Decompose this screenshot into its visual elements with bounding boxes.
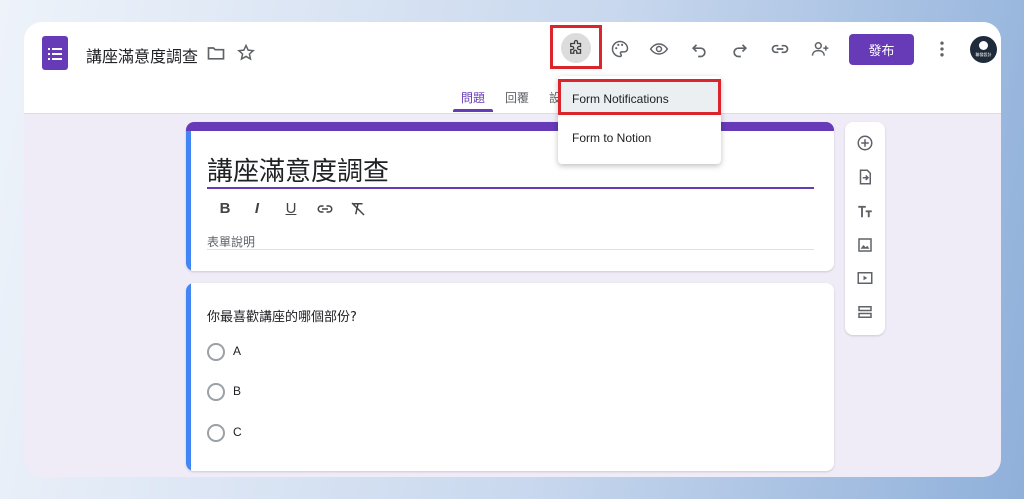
- add-video-icon[interactable]: [855, 268, 875, 288]
- undo-icon[interactable]: [688, 38, 710, 60]
- menu-item-form-notifications[interactable]: Form Notifications: [558, 79, 721, 115]
- more-vert-icon[interactable]: [931, 38, 953, 60]
- radio-button[interactable]: [207, 424, 225, 442]
- redo-icon[interactable]: [729, 38, 751, 60]
- side-toolbar: [845, 122, 885, 335]
- eye-preview-icon[interactable]: [648, 38, 670, 60]
- question-card[interactable]: 你最喜歡講座的哪個部份? A B C: [186, 283, 834, 471]
- folder-icon[interactable]: [205, 42, 227, 64]
- add-section-icon[interactable]: [855, 302, 875, 322]
- addons-highlight-box: [550, 25, 602, 69]
- radio-button[interactable]: [207, 383, 225, 401]
- puzzle-icon: [570, 39, 582, 54]
- addons-button[interactable]: [561, 33, 591, 63]
- app-window: 講座滿意度調查 發布 聯發設計 問題 回覆 設 講座滿意度調查 B I U 表單…: [24, 22, 1001, 477]
- active-tab-indicator: [453, 109, 493, 112]
- clear-format-icon[interactable]: [349, 200, 367, 218]
- bold-icon[interactable]: B: [216, 200, 234, 218]
- form-description-field[interactable]: 表單說明: [207, 233, 255, 250]
- underline-icon[interactable]: U: [282, 200, 300, 218]
- import-questions-icon[interactable]: [855, 167, 875, 187]
- italic-icon[interactable]: I: [248, 200, 266, 218]
- tab-responses[interactable]: 回覆: [505, 89, 529, 106]
- google-forms-logo-icon[interactable]: [42, 36, 68, 70]
- radio-button[interactable]: [207, 343, 225, 361]
- menu-item-form-to-notion[interactable]: Form to Notion: [558, 126, 721, 152]
- document-title[interactable]: 講座滿意度調查: [86, 43, 198, 67]
- top-bar: 講座滿意度調查 發布 聯發設計 問題 回覆 設: [24, 22, 1001, 114]
- publish-button[interactable]: 發布: [849, 34, 914, 65]
- add-title-icon[interactable]: [855, 202, 875, 222]
- avatar[interactable]: 聯發設計: [970, 36, 997, 63]
- palette-icon[interactable]: [609, 38, 631, 60]
- add-question-icon[interactable]: [855, 133, 875, 153]
- add-collaborator-icon[interactable]: [809, 38, 831, 60]
- form-header-card: 講座滿意度調查 B I U 表單說明: [186, 122, 834, 271]
- insert-link-icon[interactable]: [316, 200, 334, 218]
- link-icon[interactable]: [769, 38, 791, 60]
- addons-dropdown-menu: Form Notifications Form to Notion: [558, 76, 721, 164]
- question-text[interactable]: 你最喜歡講座的哪個部份?: [207, 306, 357, 325]
- add-image-icon[interactable]: [855, 235, 875, 255]
- form-title[interactable]: 講座滿意度調查: [207, 151, 389, 188]
- tab-questions[interactable]: 問題: [461, 89, 485, 106]
- star-icon[interactable]: [235, 42, 257, 64]
